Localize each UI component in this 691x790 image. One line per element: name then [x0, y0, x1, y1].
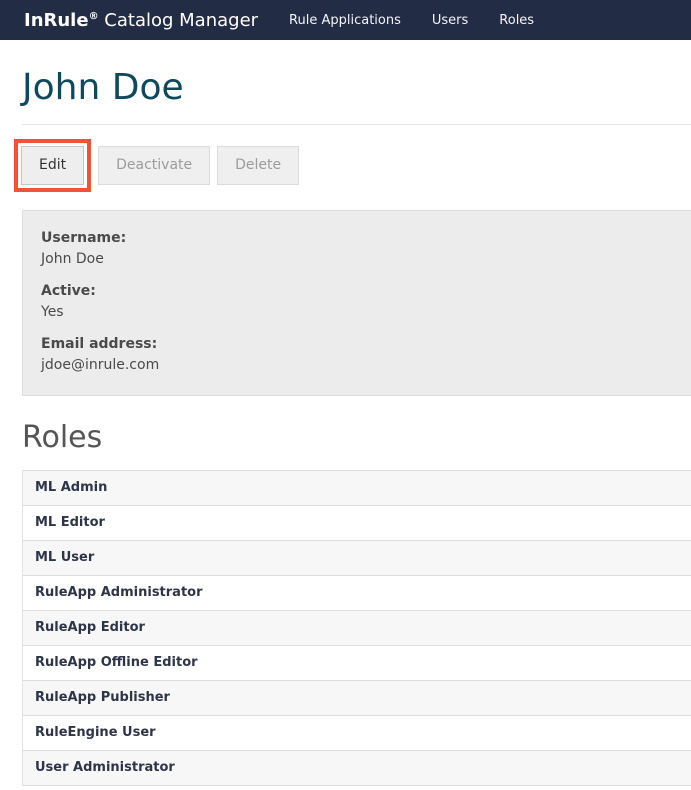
role-row[interactable]: RuleApp Editor	[23, 610, 691, 645]
main-content: John Doe Edit Deactivate Delete Username…	[22, 66, 691, 786]
nav-item-rule-applications[interactable]: Rule Applications	[289, 13, 401, 28]
field-value: John Doe	[41, 249, 673, 270]
roles-heading: Roles	[22, 419, 691, 457]
delete-button[interactable]: Delete	[217, 146, 299, 185]
edit-highlight-box: Edit	[14, 139, 91, 192]
roles-table: ML AdminML EditorML UserRuleApp Administ…	[22, 470, 691, 786]
role-row[interactable]: RuleApp Publisher	[23, 680, 691, 715]
brand-logo[interactable]: InRule® Catalog Manager	[24, 10, 258, 31]
detail-field: Email address:jdoe@inrule.com	[41, 334, 673, 376]
nav-item-roles[interactable]: Roles	[499, 13, 534, 28]
role-row[interactable]: RuleApp Administrator	[23, 575, 691, 610]
title-divider	[22, 124, 691, 125]
user-details-list: Username:John Doe Active:Yes Email address…	[41, 228, 673, 376]
field-label: Email address:	[41, 334, 673, 355]
role-row[interactable]: ML Editor	[23, 505, 691, 540]
deactivate-button[interactable]: Deactivate	[98, 146, 210, 185]
action-buttons: Edit Deactivate Delete	[22, 139, 691, 191]
role-row[interactable]: RuleApp Offline Editor	[23, 645, 691, 680]
role-row[interactable]: ML Admin	[23, 470, 691, 505]
user-details-panel: Username:John Doe Active:Yes Email address…	[22, 210, 691, 396]
navbar-links: Rule Applications Users Roles	[289, 13, 534, 28]
field-label: Username:	[41, 228, 673, 249]
nav-item-users[interactable]: Users	[432, 13, 468, 28]
role-row[interactable]: User Administrator	[23, 750, 691, 785]
edit-button[interactable]: Edit	[21, 146, 84, 185]
role-row[interactable]: RuleEngine User	[23, 715, 691, 750]
field-value: jdoe@inrule.com	[41, 355, 673, 376]
role-row[interactable]: ML User	[23, 540, 691, 575]
field-label: Active:	[41, 281, 673, 302]
navbar: InRule® Catalog Manager Rule Application…	[0, 0, 691, 40]
page-title: John Doe	[22, 66, 691, 110]
brand-suffix: Catalog Manager	[99, 10, 258, 31]
registered-trademark-icon: ®	[89, 11, 99, 22]
detail-field: Username:John Doe	[41, 228, 673, 270]
detail-field: Active:Yes	[41, 281, 673, 323]
field-value: Yes	[41, 302, 673, 323]
brand-name: InRule	[24, 10, 89, 31]
